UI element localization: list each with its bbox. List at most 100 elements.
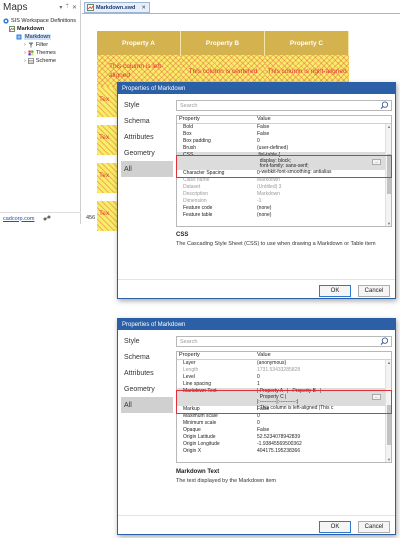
nav-item-schema[interactable]: Schema: [121, 349, 173, 365]
property-value[interactable]: False: [255, 131, 391, 138]
nav-item-attributes[interactable]: Attributes: [121, 129, 173, 145]
nav-item-all[interactable]: All: [121, 161, 173, 177]
property-value[interactable]: Markdown: [255, 177, 391, 184]
col-value: Value: [257, 116, 271, 122]
property-value[interactable]: 52.5234078942839: [255, 434, 391, 441]
grid-row[interactable]: Class name Markdown: [177, 177, 391, 184]
search-input[interactable]: Search: [176, 100, 392, 111]
nav-item-geometry[interactable]: Geometry: [121, 145, 173, 161]
scroll-down-icon[interactable]: ▼: [386, 457, 391, 462]
description-title: Markdown Text: [176, 469, 220, 475]
property-value[interactable]: (none): [255, 212, 391, 219]
markdown-table-header: Property A Property B Property C: [97, 31, 400, 55]
scroll-up-icon[interactable]: ▲: [386, 360, 391, 365]
tree-label: Markdown: [24, 33, 52, 40]
category-nav: Style Schema Attributes Geometry All: [121, 97, 173, 177]
category-nav: Style Schema Attributes Geometry All: [121, 333, 173, 413]
property-value[interactable]: 0: [255, 138, 391, 145]
grid-row[interactable]: Box padding 0: [177, 138, 391, 145]
property-name: Box: [183, 131, 192, 137]
ok-button[interactable]: OK: [319, 285, 351, 297]
chevron-right-icon[interactable]: ›: [24, 58, 26, 64]
property-value[interactable]: (anonymous): [255, 360, 391, 367]
search-input[interactable]: Search: [176, 336, 392, 347]
nav-item-style[interactable]: Style: [121, 97, 173, 113]
maps-title: Maps: [3, 1, 28, 13]
highlight-box: [176, 155, 392, 178]
grid-row[interactable]: Dataset (Untitled) 3: [177, 184, 391, 191]
map-icon: [9, 25, 15, 32]
grid-row[interactable]: Minimum scale 0: [177, 420, 391, 427]
property-value[interactable]: 0: [255, 374, 391, 381]
scheme-icon: [28, 57, 34, 64]
grid-row[interactable]: Maximum scale 0: [177, 413, 391, 420]
grid-row[interactable]: Origin X 404175.195238366: [177, 448, 391, 455]
tree-item-filter[interactable]: › Filter: [24, 41, 48, 48]
grid-header: Property Value: [177, 352, 391, 360]
grid-row[interactable]: Bold False: [177, 124, 391, 131]
tree-item-markdown[interactable]: Markdown: [16, 33, 52, 40]
description-text: The text displayed by the Markdown item: [176, 478, 276, 484]
tab-markdown-swd[interactable]: Markdown.swd ✕: [84, 2, 150, 13]
grid-row[interactable]: Feature code (none): [177, 205, 391, 212]
tree-item-markdown[interactable]: Markdown: [9, 25, 44, 32]
grid-row[interactable]: Length 1731.53433285828: [177, 367, 391, 374]
grid-row[interactable]: Brush (user-defined): [177, 145, 391, 152]
markdown-table[interactable]: Property A Property B Property C This colu…: [97, 31, 400, 87]
chevron-right-icon[interactable]: ›: [24, 50, 26, 56]
property-value[interactable]: -1: [255, 198, 391, 205]
tree-label: Filter: [35, 41, 49, 48]
grid-row[interactable]: Feature table (none): [177, 212, 391, 219]
grid-row[interactable]: Box False: [177, 131, 391, 138]
grid-header: Property Value: [177, 116, 391, 124]
dialog-title: Properties of Markdown: [118, 319, 395, 330]
grid-row[interactable]: Opaque False: [177, 427, 391, 434]
cancel-button[interactable]: Cancel: [358, 521, 390, 533]
grid-row[interactable]: Description Markdown: [177, 191, 391, 198]
grid-row[interactable]: Layer (anonymous): [177, 360, 391, 367]
search-icon[interactable]: [380, 101, 389, 110]
cadcorp-link[interactable]: cadcorp.com: [3, 216, 35, 222]
search-icon[interactable]: [380, 337, 389, 346]
property-value[interactable]: -1.93845569500362: [255, 441, 391, 448]
highlight-box: [176, 390, 392, 414]
property-name: Origin Longitude: [183, 441, 220, 447]
nav-item-style[interactable]: Style: [121, 333, 173, 349]
grid-row[interactable]: Line spacing 1: [177, 381, 391, 388]
scroll-down-icon[interactable]: ▼: [386, 221, 391, 226]
property-value[interactable]: 1: [255, 381, 391, 388]
nav-item-geometry[interactable]: Geometry: [121, 381, 173, 397]
property-value[interactable]: 0: [255, 413, 391, 420]
scroll-up-icon[interactable]: ▲: [386, 124, 391, 129]
grid-row[interactable]: Origin Longitude -1.93845569500362: [177, 441, 391, 448]
property-value[interactable]: (none): [255, 205, 391, 212]
property-value[interactable]: (user-defined): [255, 145, 391, 152]
tree-item-themes[interactable]: › Themes: [24, 49, 56, 56]
tree-item-scheme[interactable]: › Scheme: [24, 57, 56, 64]
property-value[interactable]: (Untitled) 3: [255, 184, 391, 191]
nav-item-all[interactable]: All: [121, 397, 173, 413]
tree-label: Themes: [35, 49, 56, 56]
ok-button[interactable]: OK: [319, 521, 351, 533]
nav-item-attributes[interactable]: Attributes: [121, 365, 173, 381]
property-value[interactable]: 404175.195238366: [255, 448, 391, 455]
dropdown-icon[interactable]: ▾: [59, 4, 62, 11]
grid-row[interactable]: Level 0: [177, 374, 391, 381]
network-icon[interactable]: [43, 215, 51, 222]
tab-close-icon[interactable]: ✕: [141, 5, 146, 11]
pin-icon[interactable]: ᛘ: [65, 4, 69, 10]
property-name: Feature table: [183, 212, 213, 218]
cancel-button[interactable]: Cancel: [358, 285, 390, 297]
grid-row[interactable]: Origin Latitude 52.5234078942839: [177, 434, 391, 441]
property-value[interactable]: 0: [255, 420, 391, 427]
property-value[interactable]: False: [255, 124, 391, 131]
property-value[interactable]: False: [255, 427, 391, 434]
chevron-right-icon[interactable]: ›: [24, 42, 26, 48]
close-icon[interactable]: ✕: [72, 4, 77, 11]
property-value[interactable]: Markdown: [255, 191, 391, 198]
grid-row[interactable]: Dimension -1: [177, 198, 391, 205]
property-value[interactable]: 1731.53433285828: [255, 367, 391, 374]
tree-item-sis-workspace-definitions[interactable]: SIS Workspace Definitions: [3, 17, 76, 24]
table-header-cell: Property A: [97, 31, 181, 55]
nav-item-schema[interactable]: Schema: [121, 113, 173, 129]
